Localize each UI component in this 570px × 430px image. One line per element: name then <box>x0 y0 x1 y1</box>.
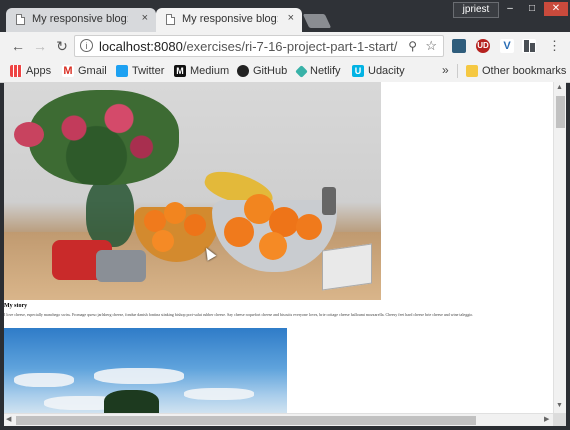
page-icon <box>16 14 25 25</box>
orange-shape <box>164 202 186 224</box>
zoom-icon[interactable]: ⚲ <box>408 39 417 53</box>
profile-button[interactable]: jpriest <box>453 2 499 18</box>
forward-icon[interactable]: → <box>32 38 48 54</box>
horizontal-scroll-thumb[interactable] <box>16 416 476 425</box>
twitter-icon <box>116 65 128 78</box>
ublock-icon[interactable]: UD <box>476 39 490 53</box>
vertical-scroll-thumb[interactable] <box>556 96 565 128</box>
bookmark-netlify[interactable]: Netlify <box>295 63 341 79</box>
orange-shape <box>184 214 206 236</box>
tab-title: My responsive blog: pictu <box>32 13 128 25</box>
tab-active[interactable]: My responsive blog: pictu × <box>156 8 302 32</box>
scroll-up-icon[interactable]: ▲ <box>556 84 563 91</box>
page-icon <box>166 14 175 25</box>
scroll-left-icon[interactable]: ◀ <box>6 415 11 423</box>
horizontal-scrollbar[interactable]: ◀ ▶ <box>4 413 553 426</box>
menu-icon[interactable]: ⋮ <box>548 38 561 54</box>
tab-title: My responsive blog: pictu <box>182 13 278 25</box>
tab-close-icon[interactable]: × <box>288 12 294 24</box>
tab-strip: My responsive blog: pictu × My responsiv… <box>0 0 570 32</box>
browser-window: My responsive blog: pictu × My responsiv… <box>0 0 570 430</box>
medium-icon: M <box>174 65 186 78</box>
vase-shape <box>86 177 134 247</box>
scrollbar-corner <box>553 413 566 426</box>
more-bookmarks-icon[interactable]: » <box>442 63 449 77</box>
other-bookmarks[interactable]: Other bookmarks <box>466 63 566 79</box>
url-path: /exercises/ri-7-16-project-part-1-start/ <box>182 39 398 54</box>
new-tab-button[interactable] <box>302 14 332 28</box>
bookmark-apps[interactable]: Apps <box>10 63 51 79</box>
apps-icon <box>10 65 22 78</box>
bookmark-gmail[interactable]: M Gmail <box>62 63 107 79</box>
flower-shape <box>14 122 44 147</box>
orange-shape <box>152 230 174 252</box>
cloud-shape <box>184 388 254 400</box>
still-life-photo <box>4 82 381 300</box>
bookmark-udacity[interactable]: U Udacity <box>352 63 405 79</box>
orange-shape <box>296 214 322 240</box>
folder-icon <box>466 65 478 78</box>
trees-shape <box>104 390 159 413</box>
toolbar: ← → ↻ i localhost:8080/exercises/ri-7-16… <box>0 32 570 60</box>
vertical-scrollbar[interactable]: ▲ ▼ <box>553 82 566 413</box>
bookmark-twitter[interactable]: Twitter <box>116 63 164 79</box>
orange-shape <box>259 232 287 260</box>
vimium-icon[interactable]: V <box>500 39 514 53</box>
back-icon[interactable]: ← <box>10 38 26 54</box>
info-icon[interactable]: i <box>80 39 93 52</box>
orange-shape <box>144 210 166 232</box>
orange-shape <box>224 217 254 247</box>
scroll-right-icon[interactable]: ▶ <box>544 415 549 423</box>
udacity-icon: U <box>352 65 364 78</box>
tin-shape <box>96 250 146 282</box>
phone-shape <box>322 187 336 215</box>
cloud-shape <box>94 368 184 384</box>
extension-icon[interactable] <box>452 39 466 53</box>
reload-icon[interactable]: ↻ <box>54 38 70 54</box>
url-host: localhost:8080 <box>99 39 183 54</box>
gmail-icon: M <box>62 65 74 78</box>
story-title: My story <box>4 303 28 309</box>
github-icon <box>237 65 249 78</box>
netlify-icon <box>295 64 308 78</box>
bookmark-github[interactable]: GitHub <box>237 63 287 79</box>
tab-close-icon[interactable]: × <box>142 12 148 24</box>
bookmark-medium[interactable]: M Medium <box>174 63 229 79</box>
scroll-down-icon[interactable]: ▼ <box>556 402 563 409</box>
sky-photo <box>4 328 287 413</box>
url-text[interactable]: localhost:8080/exercises/ri-7-16-project… <box>99 39 397 54</box>
bookmarks-bar: Apps M Gmail Twitter M Medium GitHub Netli… <box>0 60 570 83</box>
story-text: I love cheese, especially manchego swiss… <box>4 312 474 317</box>
minimize-icon[interactable]: – <box>500 2 520 16</box>
tab-inactive[interactable]: My responsive blog: pictu × <box>6 8 156 32</box>
bookmarks-divider <box>457 64 458 78</box>
flowers-shape <box>29 90 179 185</box>
calculator-shape <box>322 243 372 291</box>
maximize-icon[interactable]: □ <box>522 2 542 16</box>
close-window-icon[interactable]: ✕ <box>544 2 568 16</box>
address-bar[interactable]: i localhost:8080/exercises/ri-7-16-proje… <box>74 35 444 57</box>
page-viewport: My story I love cheese, especially manch… <box>4 82 553 413</box>
extension-icon[interactable] <box>522 39 536 53</box>
bookmark-star-icon[interactable]: ☆ <box>425 38 437 54</box>
cloud-shape <box>14 373 74 387</box>
